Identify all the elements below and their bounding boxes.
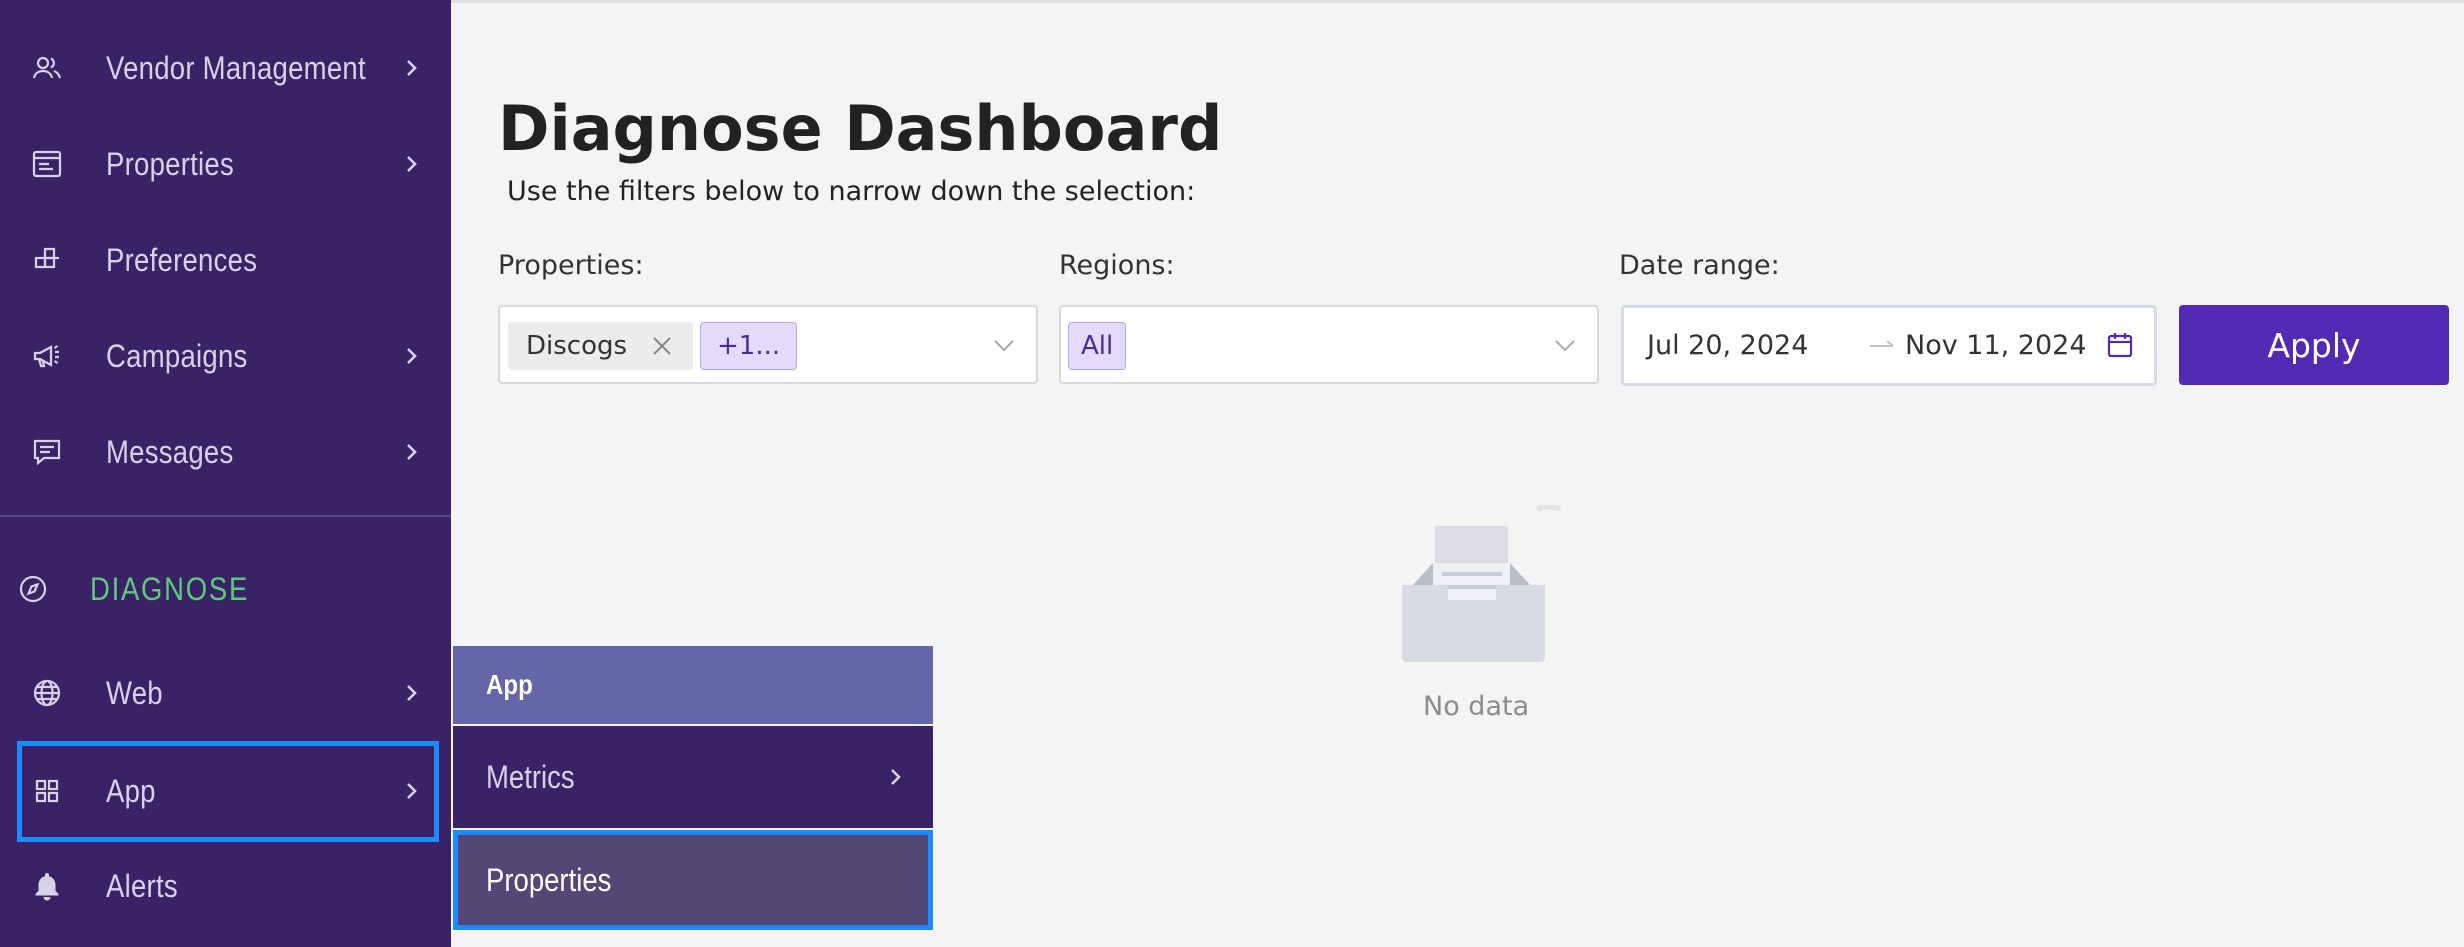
sidebar-section-diagnose: DIAGNOSE — [0, 541, 451, 637]
flyout-item-label: Metrics — [486, 758, 575, 795]
users-icon — [28, 49, 66, 87]
flyout-item-metrics[interactable]: Metrics — [453, 726, 933, 828]
page-title: Diagnose Dashboard — [498, 92, 1223, 165]
region-tag: All — [1068, 322, 1127, 370]
sidebar-divider — [0, 515, 451, 517]
flyout-header: App — [453, 646, 933, 724]
empty-state-text: No data — [1423, 691, 1530, 722]
flyout-title: App — [486, 669, 533, 700]
sidebar-item-label: Vendor Management — [106, 49, 366, 86]
properties-icon — [28, 145, 66, 183]
section-label: DIAGNOSE — [90, 570, 250, 607]
tag-label: Discogs — [526, 331, 628, 361]
sidebar-item-label: Alerts — [106, 867, 178, 904]
globe-icon — [28, 674, 66, 712]
property-tag: Discogs — [508, 322, 694, 370]
arrow-right-icon — [1867, 330, 1897, 360]
regions-filter-label: Regions: — [1059, 250, 1175, 281]
message-icon — [28, 433, 66, 471]
chevron-right-icon — [401, 345, 423, 367]
sidebar-item-label: Preferences — [106, 241, 258, 278]
properties-select[interactable]: Discogs +1... — [498, 305, 1038, 384]
top-border — [451, 0, 2464, 3]
chevron-down-icon — [990, 331, 1018, 359]
flyout-item-label: Properties — [486, 861, 612, 898]
sidebar-item-vendor-management[interactable]: Vendor Management — [0, 20, 451, 116]
sidebar-item-web[interactable]: Web — [0, 645, 451, 741]
sidebar-item-properties[interactable]: Properties — [0, 116, 451, 212]
chevron-right-icon — [885, 766, 907, 788]
sidebar-item-app[interactable]: App — [0, 743, 451, 839]
sidebar-item-label: Properties — [106, 145, 235, 182]
chevron-right-icon — [401, 780, 423, 802]
sidebar-item-messages[interactable]: Messages — [0, 404, 451, 500]
chevron-right-icon — [401, 153, 423, 175]
sidebar-item-campaigns[interactable]: Campaigns — [0, 308, 451, 404]
date-range-picker[interactable]: Jul 20, 2024 Nov 11, 2024 — [1621, 305, 2157, 386]
sidebar: Vendor Management Properties Preferences… — [0, 0, 451, 947]
page-subtitle: Use the filters below to narrow down the… — [507, 176, 1196, 207]
chevron-right-icon — [401, 441, 423, 463]
chevron-right-icon — [401, 57, 423, 79]
close-icon[interactable] — [649, 333, 675, 359]
grid-icon — [28, 772, 66, 810]
sidebar-item-label: Web — [106, 674, 163, 711]
end-date[interactable]: Nov 11, 2024 — [1905, 330, 2087, 361]
chevron-right-icon — [401, 682, 423, 704]
more-tags-badge[interactable]: +1... — [700, 322, 798, 370]
chevron-down-icon — [1551, 331, 1579, 359]
sidebar-item-label: App — [106, 772, 156, 809]
start-date[interactable]: Jul 20, 2024 — [1647, 330, 1808, 361]
sidebar-item-alerts[interactable]: Alerts — [0, 838, 451, 934]
preferences-icon — [28, 241, 66, 279]
flyout-item-properties[interactable]: Properties — [453, 830, 933, 930]
date-range-filter-label: Date range: — [1619, 250, 1780, 281]
calendar-icon[interactable] — [2104, 329, 2136, 361]
empty-inbox-icon — [1402, 505, 1562, 662]
apply-button[interactable]: Apply — [2179, 305, 2449, 385]
megaphone-icon — [28, 337, 66, 375]
regions-select[interactable]: All — [1059, 305, 1599, 384]
bell-icon — [28, 867, 66, 905]
sidebar-item-label: Campaigns — [106, 337, 248, 374]
compass-icon — [14, 570, 52, 608]
sidebar-item-preferences[interactable]: Preferences — [0, 212, 451, 308]
properties-filter-label: Properties: — [498, 250, 644, 281]
sidebar-item-label: Messages — [106, 433, 234, 470]
